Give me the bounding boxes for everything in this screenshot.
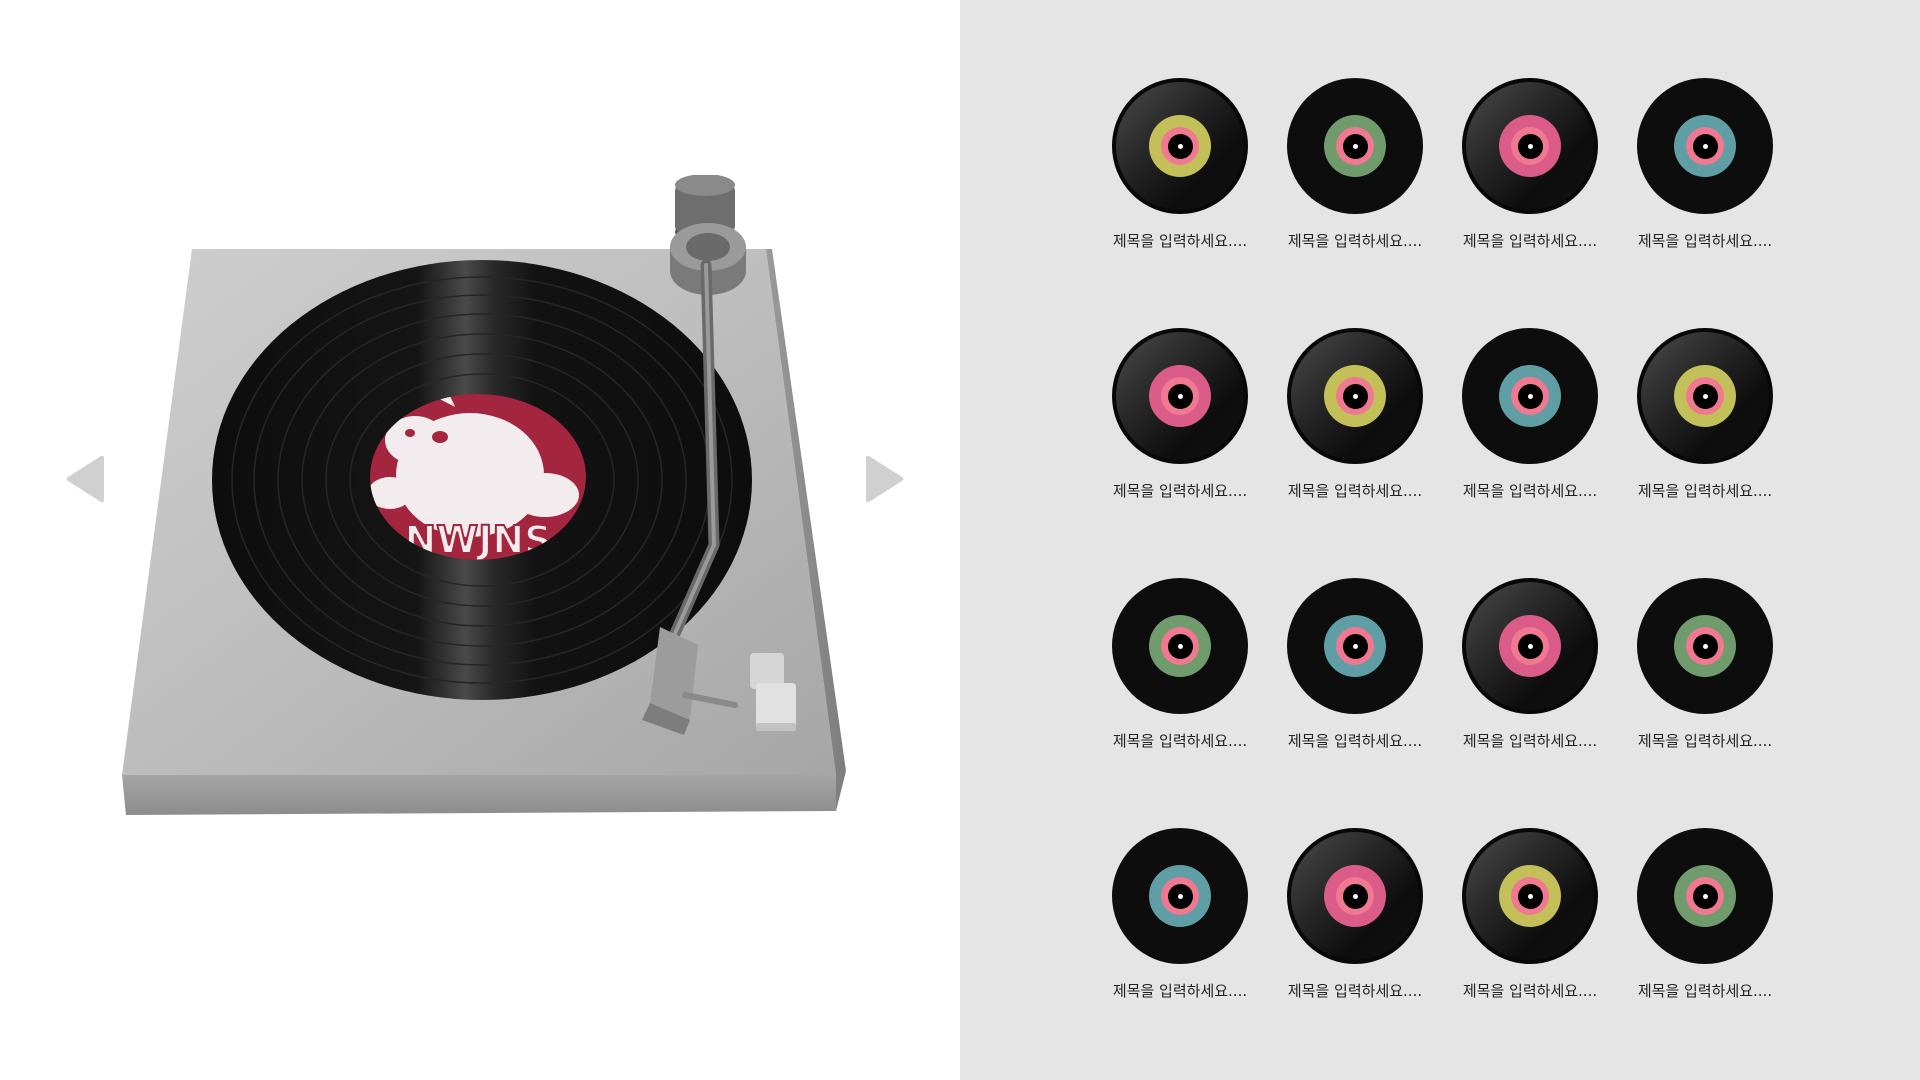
record-item[interactable]: 제목을 입력하세요.... (1280, 78, 1430, 251)
record-item[interactable]: 제목을 입력하세요.... (1280, 578, 1430, 751)
record-item[interactable]: 제목을 입력하세요.... (1455, 328, 1605, 501)
vinyl-disc-icon[interactable] (1112, 328, 1248, 464)
record-title[interactable]: 제목을 입력하세요.... (1105, 980, 1255, 1001)
disc-spindle-pin (1177, 393, 1183, 399)
prev-record-button[interactable] (64, 454, 108, 504)
record-title[interactable]: 제목을 입력하세요.... (1630, 730, 1780, 751)
vinyl-disc-icon[interactable] (1637, 328, 1773, 464)
vinyl-disc-icon[interactable] (1462, 578, 1598, 714)
record-title[interactable]: 제목을 입력하세요.... (1280, 230, 1430, 251)
disc-spindle-pin (1177, 143, 1183, 149)
record-title[interactable]: 제목을 입력하세요.... (1630, 980, 1780, 1001)
disc-spindle-pin (1702, 143, 1708, 149)
next-record-button[interactable] (862, 454, 906, 504)
vinyl-disc-icon[interactable] (1287, 828, 1423, 964)
record-item[interactable]: 제목을 입력하세요.... (1105, 828, 1255, 1001)
vinyl-disc-icon[interactable] (1287, 328, 1423, 464)
disc-spindle-pin (1352, 143, 1358, 149)
record-item[interactable]: 제목을 입력하세요.... (1455, 578, 1605, 751)
disc-spindle-pin (1177, 893, 1183, 899)
vinyl-disc-icon[interactable] (1112, 828, 1248, 964)
record-title[interactable]: 제목을 입력하세요.... (1280, 480, 1430, 501)
disc-spindle-pin (1527, 393, 1533, 399)
record-item[interactable]: 제목을 입력하세요.... (1105, 78, 1255, 251)
disc-spindle-pin (1177, 643, 1183, 649)
record-title[interactable]: 제목을 입력하세요.... (1105, 730, 1255, 751)
record-title[interactable]: 제목을 입력하세요.... (1280, 980, 1430, 1001)
disc-spindle-pin (1702, 893, 1708, 899)
record-item[interactable]: 제목을 입력하세요.... (1455, 828, 1605, 1001)
record-item[interactable]: 제목을 입력하세요.... (1630, 78, 1780, 251)
app: NWJNS 제목을 입력하세요.... 제목을 입력하세요.... 제목을 입력하세… (0, 0, 1920, 1080)
record-item[interactable]: 제목을 입력하세요.... (1105, 328, 1255, 501)
vinyl-disc-icon[interactable] (1287, 578, 1423, 714)
record-item[interactable]: 제목을 입력하세요.... (1630, 828, 1780, 1001)
disc-spindle-pin (1352, 893, 1358, 899)
record-title[interactable]: 제목을 입력하세요.... (1630, 230, 1780, 251)
turntable-illustration: NWJNS (122, 174, 846, 815)
record-title[interactable]: 제목을 입력하세요.... (1455, 730, 1605, 751)
record-title[interactable]: 제목을 입력하세요.... (1455, 480, 1605, 501)
vinyl-disc-icon[interactable] (1637, 578, 1773, 714)
record-item[interactable]: 제목을 입력하세요.... (1105, 578, 1255, 751)
disc-spindle-pin (1527, 643, 1533, 649)
vinyl-disc-icon[interactable] (1287, 78, 1423, 214)
triangle-right-icon (866, 455, 904, 503)
record-title[interactable]: 제목을 입력하세요.... (1455, 980, 1605, 1001)
disc-spindle-pin (1527, 893, 1533, 899)
record-item[interactable]: 제목을 입력하세요.... (1630, 328, 1780, 501)
record-item[interactable]: 제목을 입력하세요.... (1280, 828, 1430, 1001)
disc-spindle-pin (1352, 643, 1358, 649)
vinyl-disc-icon[interactable] (1637, 78, 1773, 214)
record-title[interactable]: 제목을 입력하세요.... (1455, 230, 1605, 251)
disc-spindle-pin (1702, 393, 1708, 399)
record-item[interactable]: 제목을 입력하세요.... (1280, 328, 1430, 501)
record-title[interactable]: 제목을 입력하세요.... (1630, 480, 1780, 501)
disc-spindle-pin (1352, 393, 1358, 399)
vinyl-disc-icon[interactable] (1112, 578, 1248, 714)
vinyl-disc-icon[interactable] (1462, 828, 1598, 964)
record-item[interactable]: 제목을 입력하세요.... (1630, 578, 1780, 751)
triangle-left-icon (66, 455, 104, 503)
vinyl-disc-icon[interactable] (1112, 78, 1248, 214)
vinyl-disc-icon[interactable] (1462, 328, 1598, 464)
vinyl-disc-icon[interactable] (1637, 828, 1773, 964)
record-title[interactable]: 제목을 입력하세요.... (1280, 730, 1430, 751)
turntable: NWJNS (110, 174, 850, 825)
record-title[interactable]: 제목을 입력하세요.... (1105, 480, 1255, 501)
disc-spindle-pin (1702, 643, 1708, 649)
record-title[interactable]: 제목을 입력하세요.... (1105, 230, 1255, 251)
record-item[interactable]: 제목을 입력하세요.... (1455, 78, 1605, 251)
disc-spindle-pin (1527, 143, 1533, 149)
vinyl-disc-icon[interactable] (1462, 78, 1598, 214)
